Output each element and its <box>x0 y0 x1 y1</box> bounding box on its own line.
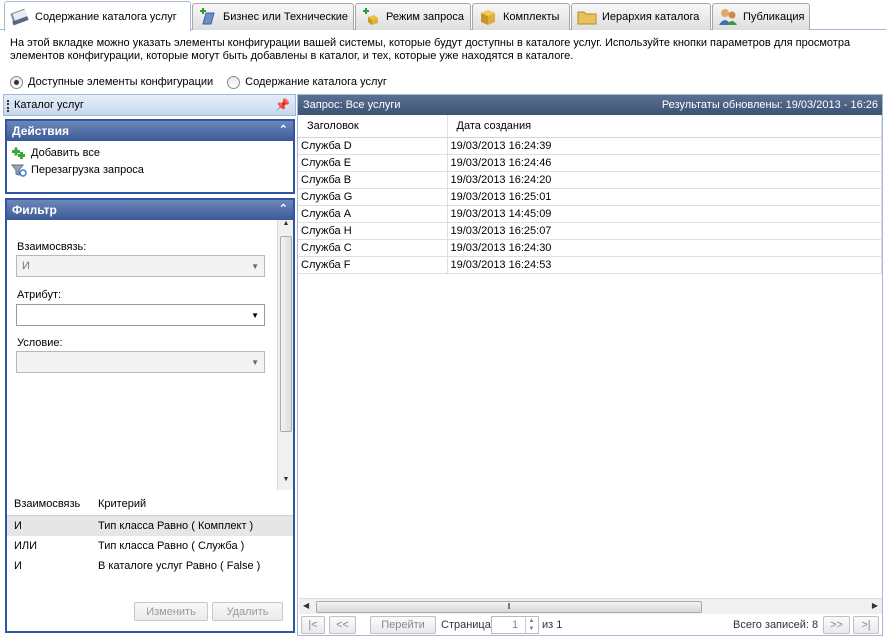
folder-icon <box>577 11 597 25</box>
tab-label: Бизнес или Технические <box>223 11 349 23</box>
edit-button[interactable]: Изменить <box>134 602 208 621</box>
collapse-icon[interactable]: ⌃ <box>279 202 288 215</box>
reload-query-action[interactable]: Перезагрузка запроса <box>7 161 293 178</box>
radio-button-selected[interactable] <box>10 75 23 89</box>
tab-publication[interactable]: Публикация <box>712 3 810 30</box>
relation-label: Взаимосвязь: <box>17 241 87 253</box>
tab-query-mode[interactable]: Режим запроса <box>355 3 471 30</box>
scroll-thumb[interactable]: ‖ <box>316 601 702 613</box>
drag-grip-icon[interactable] <box>7 100 9 112</box>
page-number-input[interactable]: 1 ▲ ▼ <box>491 616 539 634</box>
scroll-right-icon[interactable]: ▶ <box>872 601 878 610</box>
actions-section: Действия ⌃ Добавить все Перезагрузка зап… <box>5 119 295 194</box>
table-row[interactable]: Служба A 19/03/2013 14:45:09 <box>298 206 882 223</box>
horizontal-scrollbar[interactable]: ◀ ‖ ▶ <box>299 598 882 614</box>
criteria-row[interactable]: И Тип класса Равно ( Комплект ) <box>7 516 293 536</box>
results-header: Запрос: Все услуги Результаты обновлены:… <box>298 95 882 115</box>
condition-label: Условие: <box>17 337 63 349</box>
left-panel-header: Каталог услуг 📌 <box>3 94 296 116</box>
chevron-down-icon: ▼ <box>251 311 259 320</box>
tab-catalog-hierarchy[interactable]: Иерархия каталога <box>571 3 711 30</box>
tab-catalog-content[interactable]: Содержание каталога услуг <box>4 1 191 31</box>
query-title: Запрос: Все услуги <box>303 99 401 111</box>
column-header-title[interactable]: Заголовок <box>298 115 448 137</box>
scroll-up-icon[interactable]: ▲ <box>278 220 294 234</box>
delete-button[interactable]: Удалить <box>212 602 283 621</box>
table-row[interactable]: Служба G 19/03/2013 16:25:01 <box>298 189 882 206</box>
page-count-label: из 1 <box>542 619 563 631</box>
left-panel-title: Каталог услуг <box>14 99 84 111</box>
actions-title[interactable]: Действия ⌃ <box>7 121 293 141</box>
tab-label: Комплекты <box>503 11 560 23</box>
table-row[interactable]: Служба C 19/03/2013 16:24:30 <box>298 240 882 257</box>
funnel-refresh-icon <box>11 164 27 177</box>
grid-body: Служба D 19/03/2013 16:24:39 Служба E 19/0… <box>298 138 882 274</box>
radio-label: Содержание каталога услуг <box>245 76 387 88</box>
spinner-icon[interactable]: ▲ ▼ <box>525 617 537 633</box>
criteria-row[interactable]: ИЛИ Тип класса Равно ( Служба ) <box>7 536 293 556</box>
pager: |< << Перейти Страница 1 ▲ ▼ из 1 Всего з… <box>299 615 882 636</box>
tab-label: Содержание каталога услуг <box>35 10 177 23</box>
relation-select[interactable]: И ▼ <box>16 255 265 277</box>
scroll-thumb[interactable] <box>280 236 292 432</box>
table-row[interactable]: Служба B 19/03/2013 16:24:20 <box>298 172 882 189</box>
users-icon <box>719 9 737 25</box>
service-add-icon <box>200 8 215 25</box>
table-row[interactable]: Служба D 19/03/2013 16:24:39 <box>298 138 882 155</box>
criteria-row[interactable]: И В каталоге услуг Равно ( False ) <box>7 556 293 576</box>
table-row[interactable]: Служба E 19/03/2013 16:24:46 <box>298 155 882 172</box>
tab-label: Иерархия каталога <box>602 11 700 23</box>
page-label: Страница <box>441 619 491 631</box>
attribute-label: Атрибут: <box>17 289 62 301</box>
column-header-created[interactable]: Дата создания <box>448 115 882 137</box>
next-page-button[interactable]: >> <box>823 616 850 634</box>
go-button[interactable]: Перейти <box>370 616 436 634</box>
filter-title[interactable]: Фильтр ⌃ <box>7 200 293 220</box>
attribute-select[interactable]: ▼ <box>16 304 265 326</box>
description-text: На этой вкладке можно указать элементы к… <box>10 37 851 62</box>
updated-text: Результаты обновлены: 19/03/2013 - 16:26 <box>661 99 878 111</box>
prev-page-button[interactable]: << <box>329 616 356 634</box>
results-panel: Запрос: Все услуги Результаты обновлены:… <box>297 94 883 636</box>
view-options: Доступные элементы конфигурации Содержан… <box>10 75 401 89</box>
column-header[interactable]: Взаимосвязь <box>7 498 91 510</box>
book-icon <box>10 8 29 25</box>
collapse-icon[interactable]: ⌃ <box>279 123 288 136</box>
table-row[interactable]: Служба H 19/03/2013 16:25:07 <box>298 223 882 240</box>
tab-bundles[interactable]: Комплекты <box>472 3 570 30</box>
radio-button[interactable] <box>227 75 241 89</box>
filter-body: Взаимосвязь: И ▼ Атрибут: ▼ Условие: ▼ ▲… <box>7 220 293 631</box>
last-page-button[interactable]: >| <box>853 616 879 634</box>
filter-scrollbar[interactable]: ▲ ▼ <box>277 220 293 490</box>
column-header[interactable]: Критерий <box>91 498 146 510</box>
package-icon <box>481 10 495 25</box>
tab-label: Режим запроса <box>386 11 464 23</box>
add-icon <box>12 147 25 159</box>
chevron-down-icon: ▼ <box>251 358 259 367</box>
condition-select[interactable]: ▼ <box>16 351 265 373</box>
left-panel: Каталог услуг 📌 Действия ⌃ Добавить все … <box>3 94 296 634</box>
radio-label: Доступные элементы конфигурации <box>28 76 214 88</box>
radio-available-items[interactable]: Доступные элементы конфигурации <box>10 75 214 89</box>
total-records-label: Всего записей: 8 <box>733 619 819 631</box>
grid-header: Заголовок Дата создания <box>298 115 882 138</box>
query-icon <box>363 8 378 25</box>
first-page-button[interactable]: |< <box>301 616 325 634</box>
table-row[interactable]: Служба F 19/03/2013 16:24:53 <box>298 257 882 274</box>
tab-label: Публикация <box>743 11 805 23</box>
filter-section: Фильтр ⌃ Взаимосвязь: И ▼ Атрибут: ▼ Усл… <box>5 198 295 633</box>
tab-business-technical[interactable]: Бизнес или Технические <box>192 3 354 30</box>
tab-bar: Содержание каталога услуг Бизнес или Тех… <box>0 0 886 31</box>
pin-icon[interactable]: 📌 <box>275 98 290 112</box>
chevron-down-icon: ▼ <box>251 262 259 271</box>
add-all-action[interactable]: Добавить все <box>7 144 293 161</box>
scroll-down-icon[interactable]: ▼ <box>278 476 294 490</box>
criteria-table: Взаимосвязь Критерий И Тип класса Равно … <box>7 492 293 576</box>
criteria-header: Взаимосвязь Критерий <box>7 492 293 516</box>
scroll-left-icon[interactable]: ◀ <box>303 601 309 610</box>
radio-catalog-content[interactable]: Содержание каталога услуг <box>227 75 387 89</box>
